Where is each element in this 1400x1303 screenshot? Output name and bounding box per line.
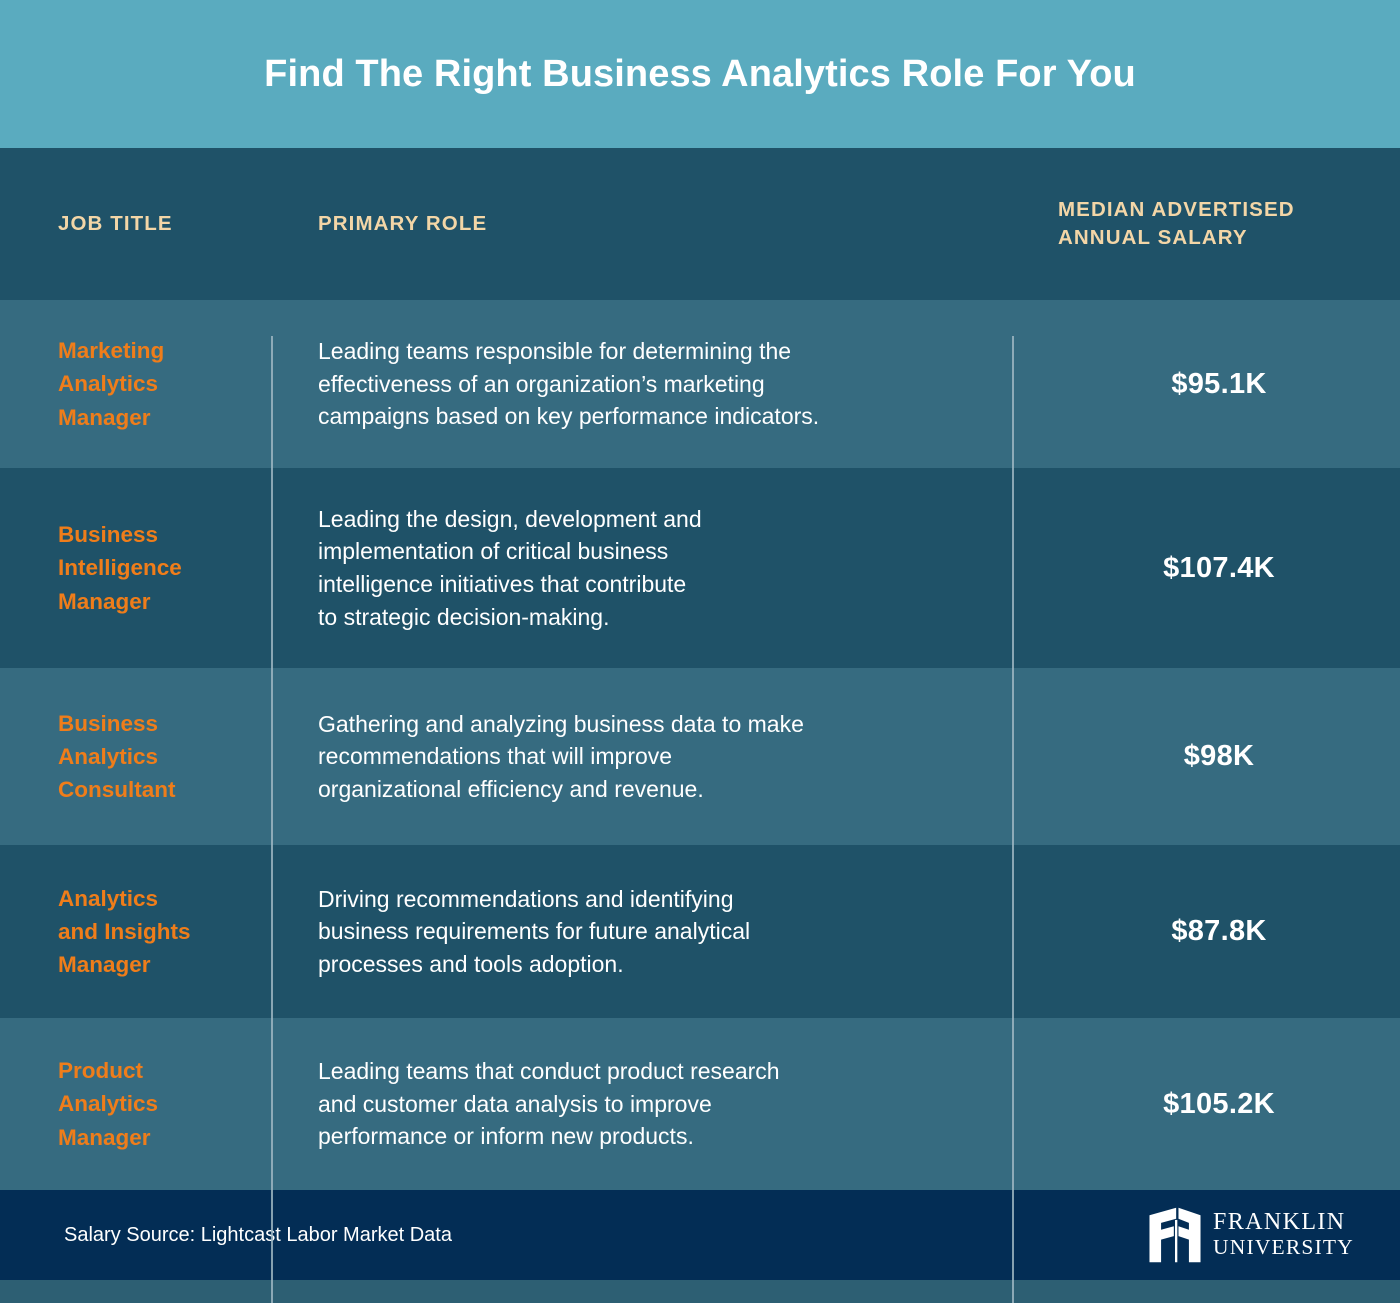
franklin-arch-icon [1149,1207,1201,1263]
row-cell-salary: $95.1K [1012,300,1400,468]
job-title-value: Product Analytics Manager [58,1058,159,1150]
row-cell-job-title: Marketing Analytics Manager [0,300,271,468]
footer-bar: Salary Source: Lightcast Labor Market Da… [0,1190,1400,1280]
row-cell-primary-role: Leading teams that conduct product resea… [271,1018,1012,1190]
salary-value: $105.2K [1163,1087,1275,1120]
logo-wordmark: FRANKLIN UNIVERSITY [1213,1209,1354,1260]
table-row: Business Analytics Consultant Gathering … [0,668,1400,845]
header-cell-primary-role: PRIMARY ROLE [271,148,1012,300]
table-row: Analytics and Insights Manager Driving r… [0,845,1400,1018]
salary-value: $107.4K [1163,551,1275,584]
row-cell-job-title: Business Analytics Consultant [0,668,271,845]
column-label-salary: MEDIAN ADVERTISED ANNUAL SALARY [1058,198,1295,249]
column-label-job-title: JOB TITLE [58,212,173,236]
column-divider-1 [271,336,273,1303]
franklin-university-logo: FRANKLIN UNIVERSITY [1146,1206,1354,1264]
primary-role-value: Leading the design, development and impl… [318,505,702,630]
row-cell-job-title: Business Intelligence Manager [0,468,271,668]
salary-table: JOB TITLE PRIMARY ROLE MEDIAN ADVERTISED… [0,148,1400,1303]
job-title-value: Analytics and Insights Manager [58,885,191,978]
salary-value: $87.8K [1171,915,1267,947]
table-row: Marketing Analytics Manager Leading team… [0,300,1400,468]
row-cell-salary: $107.4K [1012,468,1400,668]
logo-line-university: UNIVERSITY [1213,1235,1354,1260]
table-header-row: JOB TITLE PRIMARY ROLE MEDIAN ADVERTISED… [0,148,1400,300]
job-title-value: Marketing Analytics Manager [58,338,165,430]
row-cell-salary: $98K [1012,668,1400,845]
row-cell-primary-role: Leading teams responsible for determinin… [271,300,1012,468]
row-cell-primary-role: Driving recommendations and identifying … [271,845,1012,1018]
salary-source-text: Salary Source: Lightcast Labor Market Da… [64,1223,452,1246]
primary-role-value: Driving recommendations and identifying … [318,885,751,977]
primary-role-value: Gathering and analyzing business data to… [318,710,804,802]
column-divider-2 [1012,336,1014,1303]
row-cell-job-title: Analytics and Insights Manager [0,845,271,1018]
column-label-primary-role: PRIMARY ROLE [318,212,488,236]
row-cell-primary-role: Gathering and analyzing business data to… [271,668,1012,845]
row-cell-job-title: Product Analytics Manager [0,1018,271,1190]
salary-value: $95.1K [1171,367,1267,400]
header-cell-job-title: JOB TITLE [0,148,271,300]
page-title: Find The Right Business Analytics Role F… [264,52,1136,95]
table-row: Product Analytics Manager Leading teams … [0,1018,1400,1190]
job-title-value: Business Intelligence Manager [58,522,182,614]
row-cell-primary-role: Leading the design, development and impl… [271,468,1012,668]
job-title-value: Business Analytics Consultant [58,710,176,803]
infographic-root: Find The Right Business Analytics Role F… [0,0,1400,1303]
primary-role-value: Leading teams that conduct product resea… [318,1058,780,1150]
logo-line-franklin: FRANKLIN [1213,1209,1346,1236]
title-band: Find The Right Business Analytics Role F… [0,0,1400,148]
primary-role-value: Leading teams responsible for determinin… [318,338,820,430]
header-cell-salary: MEDIAN ADVERTISED ANNUAL SALARY [1012,148,1400,300]
row-cell-salary: $105.2K [1012,1018,1400,1190]
table-row: Business Intelligence Manager Leading th… [0,468,1400,668]
row-cell-salary: $87.8K [1012,845,1400,1018]
salary-value: $98K [1183,740,1255,772]
